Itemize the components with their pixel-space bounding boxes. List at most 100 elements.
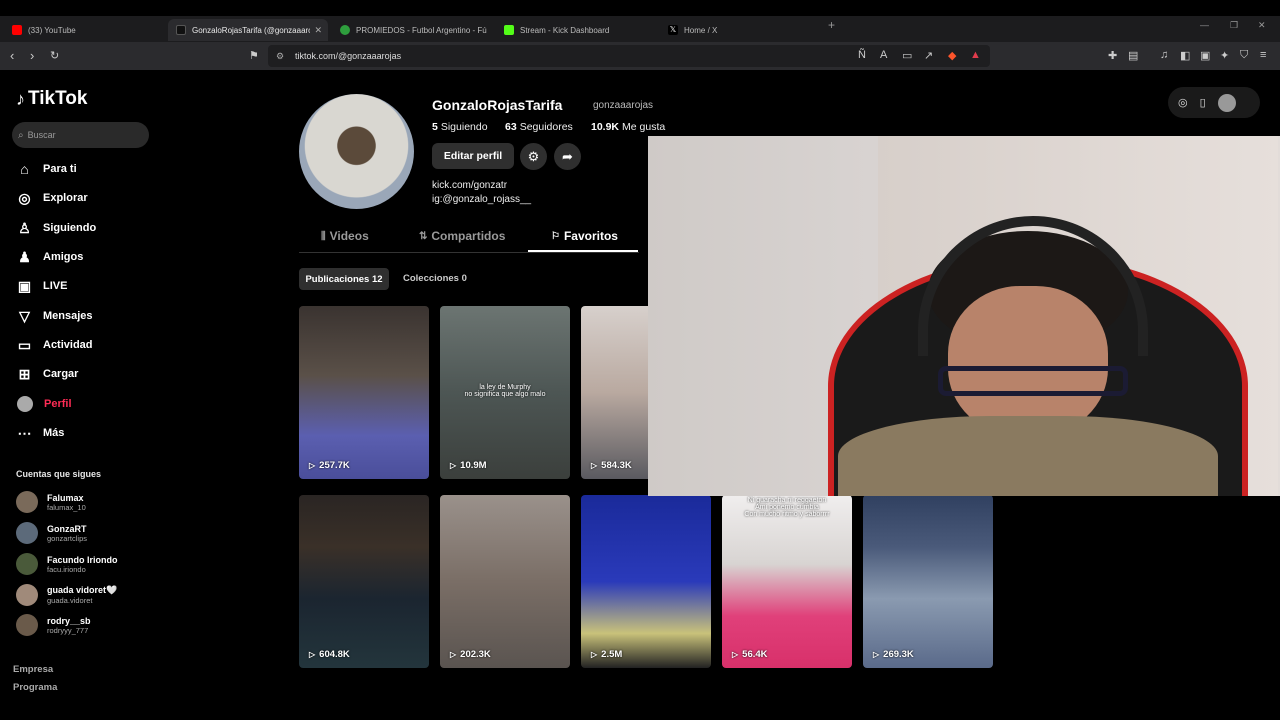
video-thumbnail[interactable]: ▷ 269.3K <box>863 495 993 668</box>
tab-kick[interactable]: Stream - Kick Dashboard <box>496 19 656 41</box>
messages-icon: ▽ <box>19 307 30 324</box>
video-thumbnail[interactable]: la ley de Murphy no significa que algo m… <box>440 306 570 479</box>
view-count-value: 584.3K <box>601 460 632 471</box>
tab-active-indicator <box>528 250 638 252</box>
video-thumbnail[interactable]: ▷ 2.5M <box>581 495 711 668</box>
x-icon: 𝕏 <box>668 25 678 35</box>
tab-compartidos[interactable]: ⇅ Compartidos <box>419 229 505 243</box>
bio-text: ig:@gonzalo_rojass__ <box>432 194 532 205</box>
edit-profile-button[interactable]: Editar perfil <box>432 143 514 169</box>
reload-icon[interactable]: ↻ <box>50 49 59 62</box>
sidebar-item-siguiendo[interactable]: ♙ Siguiendo <box>16 217 96 239</box>
stat-label: Siguiendo <box>440 121 488 133</box>
view-count: ▷ 2.5M <box>591 649 622 660</box>
video-thumbnail[interactable]: ▷ 202.3K <box>440 495 570 668</box>
site-settings-icon[interactable]: ⚙ <box>276 45 284 67</box>
tab-x[interactable]: 𝕏 Home / X <box>660 19 820 41</box>
following-text: rodry__sb rodryyy_777 <box>47 616 91 635</box>
following-item[interactable]: GonzaRT gonzartclips <box>16 522 87 544</box>
avatar <box>16 522 38 544</box>
device-icon[interactable]: ▯ <box>1200 96 1206 109</box>
translate-icon[interactable]: A <box>880 49 887 61</box>
close-window-icon[interactable]: ✕ <box>1258 20 1266 31</box>
following-name: guada vidoret🤍 <box>47 585 118 595</box>
following-item[interactable]: Facundo Iriondo facu.iriondo <box>16 553 118 575</box>
profile-handle: gonzaaarojas <box>593 100 654 111</box>
video-caption: la ley de Murphy no significa que algo m… <box>464 384 546 398</box>
play-icon: ▷ <box>450 650 457 659</box>
sidebar-item-live[interactable]: ▣ LIVE <box>16 275 68 297</box>
new-tab-button[interactable]: + <box>828 18 835 32</box>
sidebar-item-explorar[interactable]: ◎ Explorar <box>16 187 88 209</box>
wallet2-icon[interactable]: ▣ <box>1200 49 1210 62</box>
minimize-icon[interactable]: — <box>1200 20 1209 30</box>
forward-icon[interactable]: › <box>30 48 34 63</box>
close-tab-icon[interactable]: ✕ <box>314 25 322 36</box>
user-avatar[interactable] <box>1217 93 1236 112</box>
share-profile-icon[interactable]: ➦ <box>554 143 581 170</box>
video-thumbnail[interactable]: ▷ 604.8K <box>299 495 429 668</box>
footer-link-empresa[interactable]: Empresa <box>13 664 53 675</box>
tab-promiedos[interactable]: PROMIEDOS - Futbol Argentino - Fú <box>332 19 492 41</box>
sidebar-item-actividad[interactable]: ▭ Actividad <box>16 334 93 356</box>
webcam-overlay <box>648 136 1280 496</box>
logo-text: TikTok <box>28 88 88 109</box>
view-count-value: 269.3K <box>883 649 914 660</box>
sidebar-item-amigos[interactable]: ♟ Amigos <box>16 246 83 268</box>
bio-link[interactable]: kick.com/gonzatr <box>432 180 507 191</box>
vpn-icon[interactable]: ⛉ <box>1240 49 1248 62</box>
sidebar-item-para-ti[interactable]: ⌂ Para ti <box>16 158 76 180</box>
share-icon[interactable]: ↗ <box>924 49 933 62</box>
tab-favoritos[interactable]: ⚐ Favoritos <box>551 229 618 243</box>
menu-icon[interactable]: ≡ <box>1260 49 1266 61</box>
video-thumbnail[interactable]: ▷ 257.7K <box>299 306 429 479</box>
no-translate-icon[interactable]: Ñ <box>858 49 866 61</box>
following-title: Cuentas que sigues <box>16 469 102 479</box>
following-item[interactable]: rodry__sb rodryyy_777 <box>16 614 91 636</box>
view-count-value: 10.9M <box>460 460 487 471</box>
tab-label: PROMIEDOS - Futbol Argentino - Fú <box>356 25 487 35</box>
footer-link-programa[interactable]: Programa <box>13 682 57 693</box>
wallet-icon[interactable]: ▤ <box>1128 49 1138 62</box>
play-icon: ▷ <box>309 461 316 470</box>
sidebar-item-mensajes[interactable]: ▽ Mensajes <box>16 305 92 327</box>
profile-avatar <box>17 396 33 412</box>
maximize-icon[interactable]: ❐ <box>1230 20 1238 31</box>
following-item[interactable]: guada vidoret🤍 guada.vidoret <box>16 584 117 606</box>
tab-label: GonzaloRojasTarifa (@gonzaaarojas <box>192 25 310 35</box>
tab-videos[interactable]: ⫼ Videos <box>321 229 369 243</box>
back-icon[interactable]: ‹ <box>10 48 14 63</box>
grid-icon: ⫼ <box>321 230 326 242</box>
sidebar-item-más[interactable]: ⋯ Más <box>16 422 65 444</box>
sidebar-icon[interactable]: ◧ <box>1180 49 1190 62</box>
settings-icon[interactable]: ⚙ <box>520 143 547 170</box>
chip-publicaciones[interactable]: Publicaciones 12 <box>299 268 389 290</box>
live-icon: ▣ <box>17 277 32 294</box>
following-item[interactable]: Falumax falumax_10 <box>16 491 86 513</box>
rewards-icon[interactable]: ▲ <box>970 49 981 61</box>
stat-label: Me gusta <box>622 121 666 133</box>
tab-label: (33) YouTube <box>28 25 76 35</box>
sidebar-item-cargar[interactable]: ⊞ Cargar <box>16 363 79 385</box>
stat-followers[interactable]: 63 Seguidores <box>505 121 573 133</box>
view-count: ▷ 269.3K <box>873 649 914 660</box>
tiktok-logo[interactable]: ♪ TikTok <box>16 88 87 110</box>
cast-icon[interactable]: ▭ <box>902 49 912 62</box>
brave-shield-icon[interactable]: ◆ <box>948 49 956 62</box>
chip-colecciones[interactable]: Colecciones 0 <box>403 273 467 284</box>
play-icon: ▷ <box>450 461 457 470</box>
profile-avatar[interactable] <box>299 94 414 209</box>
sidebar-item-label: Explorar <box>43 192 88 204</box>
bookmark-icon[interactable]: ⚑ <box>249 49 259 62</box>
tab-youtube[interactable]: (33) YouTube <box>4 19 164 41</box>
tab-tiktok[interactable]: GonzaloRojasTarifa (@gonzaaarojas ✕ <box>168 19 328 41</box>
extensions-icon[interactable]: ✚ <box>1108 49 1117 62</box>
coins-icon[interactable]: ◎ <box>1178 96 1188 109</box>
leo-icon[interactable]: ✦ <box>1220 49 1229 62</box>
search-input[interactable]: ⌕ Buscar <box>12 122 149 148</box>
music-icon[interactable]: ♫ <box>1160 49 1168 61</box>
video-thumbnail[interactable]: Ni guaracha ni reggaeton Ami ponemo cumb… <box>722 495 852 668</box>
avatar <box>16 584 38 606</box>
stat-following[interactable]: 5 Siguiendo <box>432 121 488 133</box>
sidebar-item-perfil[interactable]: Perfil <box>16 393 72 415</box>
